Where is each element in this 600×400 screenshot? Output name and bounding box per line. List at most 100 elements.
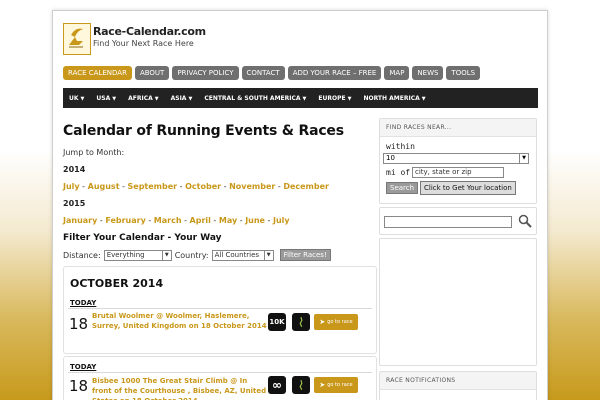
nav-news[interactable]: NEWS [412, 66, 444, 80]
go-to-race-button[interactable]: ➤ go to race [314, 377, 358, 393]
year-heading: 2014 [63, 165, 86, 174]
month-link[interactable]: May [219, 216, 237, 225]
site-logo[interactable] [63, 23, 91, 55]
country-value: All Countries [214, 250, 260, 259]
month-link[interactable]: March [154, 216, 182, 225]
month-link[interactable]: September [128, 182, 178, 191]
month-link[interactable]: April [190, 216, 211, 225]
category-label: ASIA [170, 94, 187, 102]
category-central-south-america[interactable]: CENTRAL & SOUTH AMERICA ▼ [204, 95, 306, 102]
filter-heading: Filter Your Calendar - Your Way [63, 233, 222, 243]
site-search-input[interactable] [384, 216, 512, 228]
distance-badge: ∞ [268, 376, 286, 394]
caret-down-icon: ▼ [154, 95, 159, 102]
find-races-widget: FIND RACES NEAR... within 10 ▼ mi of city… [379, 118, 537, 204]
divider [68, 372, 372, 373]
go-label: go to race [327, 382, 353, 388]
runner-icon: ➤ [319, 381, 326, 389]
category-usa[interactable]: USA ▼ [96, 95, 116, 102]
caret-down-icon: ▼ [421, 95, 426, 102]
category-asia[interactable]: ASIA ▼ [171, 95, 193, 102]
event-title-link[interactable]: Bisbee 1000 The Great Stair Climb @ In f… [92, 376, 268, 400]
day-label: TODAY [70, 299, 97, 307]
caret-down-icon: ▼ [80, 95, 85, 102]
site-tagline: Find Your Next Race Here [93, 39, 194, 48]
category-north-america[interactable]: NORTH AMERICA ▼ [363, 95, 425, 102]
within-label: within [386, 142, 415, 151]
category-uk[interactable]: UK ▼ [69, 95, 84, 102]
within-value: 10 [386, 154, 395, 162]
nav-privacy-policy[interactable]: PRIVACY POLICY [172, 66, 239, 80]
event-card: TODAY 18 Bisbee 1000 The Great Stair Cli… [63, 356, 377, 400]
month-link[interactable]: February [105, 216, 146, 225]
month-link[interactable]: August [88, 182, 120, 191]
month-link[interactable]: July [273, 216, 290, 225]
category-label: AFRICA [128, 94, 153, 102]
mi-of-label: mi of [386, 168, 411, 177]
month-link[interactable]: December [283, 182, 329, 191]
month-title: OCTOBER 2014 [70, 277, 164, 290]
nav-tools[interactable]: TOOLS [446, 66, 481, 80]
jump-label: Jump to Month: [63, 148, 125, 157]
within-select[interactable]: 10 ▼ [383, 153, 529, 164]
ad-placeholder [379, 238, 537, 366]
category-label: CENTRAL & SOUTH AMERICA [204, 94, 301, 102]
widget-header: FIND RACES NEAR... [380, 119, 536, 137]
month-link[interactable]: June [245, 216, 265, 225]
month-link[interactable]: July [63, 182, 80, 191]
category-europe[interactable]: EUROPE ▼ [318, 95, 351, 102]
page-title: Calendar of Running Events & Races [63, 123, 344, 139]
go-to-race-button[interactable]: ➤ go to race [314, 314, 358, 330]
find-races-heading: FIND RACES NEAR... [386, 124, 452, 131]
distance-label: Distance: [63, 250, 101, 260]
day-label: TODAY [70, 363, 97, 371]
event-day: 18 [69, 315, 89, 333]
distance-select[interactable]: Everything ▼ [103, 249, 172, 261]
winged-shoe-logo-icon [69, 28, 83, 48]
filter-row: Distance: Everything ▼ Country: All Count… [63, 249, 375, 261]
nav-about[interactable]: ABOUT [134, 66, 170, 80]
search-button[interactable]: Search [386, 182, 419, 194]
category-label: UK [69, 94, 79, 102]
get-location-button[interactable]: Click to Get Your location [420, 181, 516, 195]
caret-down-icon: ▼ [188, 95, 193, 102]
month-calendar-box: OCTOBER 2014 TODAY 18 Brutal Woolmer @ W… [63, 266, 377, 354]
month-link[interactable]: October [185, 182, 221, 191]
month-link[interactable]: January [63, 216, 97, 225]
nav-add-your-race[interactable]: ADD YOUR RACE – FREE [287, 66, 382, 80]
filter-races-button[interactable]: Filter Races! [279, 249, 331, 261]
nav-map[interactable]: MAP [384, 66, 410, 80]
distance-badge: 10K [268, 313, 286, 331]
category-bar: UK ▼ USA ▼ AFRICA ▼ ASIA ▼ CENTRAL & SOUTH A… [63, 88, 538, 108]
main-nav: RACE CALENDAR ABOUT PRIVACY POLICY CONTA… [63, 66, 481, 80]
caret-down-icon: ▼ [347, 95, 352, 102]
months-2014: July - August - September - October - No… [63, 182, 329, 191]
chevron-down-icon: ▼ [519, 154, 526, 163]
chevron-down-icon: ▼ [263, 250, 271, 260]
category-label: USA [96, 94, 111, 102]
chevron-down-icon: ▼ [161, 250, 169, 260]
widget-header: RACE NOTIFICATIONS [380, 372, 536, 390]
year-heading: 2015 [63, 199, 86, 208]
main-content: Calendar of Running Events & Races Jump … [63, 123, 375, 261]
nav-race-calendar[interactable]: RACE CALENDAR [63, 66, 132, 80]
nav-contact[interactable]: CONTACT [241, 66, 285, 80]
location-input[interactable]: city, state or zip [412, 167, 504, 178]
go-label: go to race [327, 319, 353, 325]
page-container: Race-Calendar.com Find Your Next Race He… [52, 10, 548, 400]
country-label: Country: [174, 250, 209, 260]
event-title-link[interactable]: Brutal Woolmer @ Woolmer, Haslemere, Sur… [92, 311, 268, 331]
search-icon[interactable] [518, 214, 532, 228]
month-link[interactable]: November [229, 182, 275, 191]
divider [68, 308, 372, 309]
trail-runner-icon [292, 313, 310, 331]
event-day: 18 [69, 377, 89, 395]
category-africa[interactable]: AFRICA ▼ [128, 95, 159, 102]
race-notifications-widget: RACE NOTIFICATIONS [379, 371, 537, 400]
site-name[interactable]: Race-Calendar.com [93, 25, 206, 38]
country-select[interactable]: All Countries ▼ [211, 249, 274, 261]
trail-runner-icon [292, 376, 310, 394]
months-2015: January - February - March - April - May… [63, 216, 290, 225]
category-label: NORTH AMERICA [363, 94, 420, 102]
caret-down-icon: ▼ [302, 95, 307, 102]
